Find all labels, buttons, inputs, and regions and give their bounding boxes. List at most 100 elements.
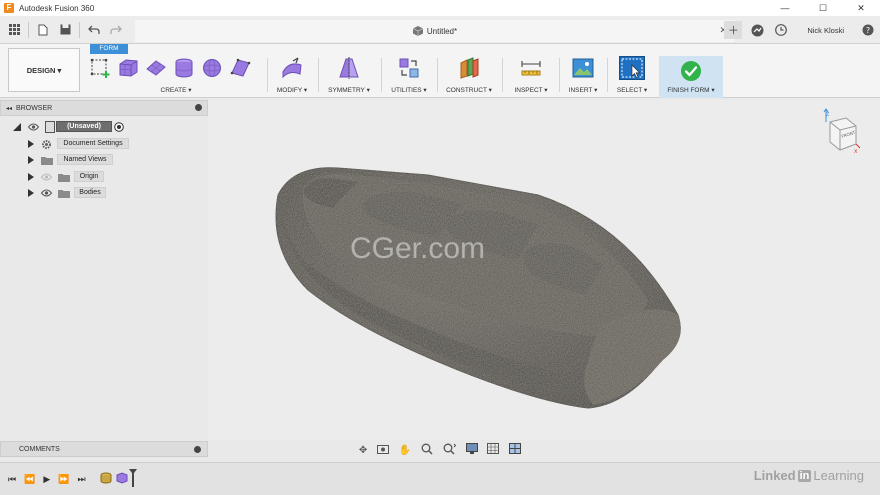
- measure-icon[interactable]: [520, 57, 542, 79]
- grid-settings-icon[interactable]: [487, 443, 500, 457]
- convert-utility-icon[interactable]: [398, 57, 420, 79]
- modify-group: MODIFY ▾: [270, 56, 314, 96]
- collapse-triangle-icon[interactable]: [13, 123, 21, 131]
- svg-text:X: X: [854, 149, 858, 154]
- browser-item-named-views[interactable]: Named Views: [0, 152, 208, 169]
- select-cursor-icon[interactable]: [619, 56, 645, 80]
- expand-triangle-icon[interactable]: [28, 156, 34, 164]
- form-cylinder-icon[interactable]: [173, 57, 195, 79]
- fusion-logo-icon: F: [4, 3, 14, 13]
- browser-item-origin[interactable]: Origin: [0, 169, 208, 186]
- expand-triangle-icon[interactable]: [28, 139, 34, 148]
- divider: [318, 58, 319, 92]
- browser-header[interactable]: ◂◂ BROWSER: [0, 100, 208, 116]
- timeline-feature-mesh-icon[interactable]: [100, 472, 112, 486]
- mirror-symmetry-icon[interactable]: [338, 57, 360, 79]
- browser-item-label: Origin: [74, 170, 104, 182]
- finish-form-button[interactable]: FINISH FORM ▾: [659, 86, 723, 94]
- file-menu-icon[interactable]: [35, 22, 51, 38]
- maximize-button[interactable]: ☐: [804, 0, 842, 16]
- browser-collapse-icon[interactable]: ◂◂: [6, 105, 12, 112]
- close-button[interactable]: ✕: [842, 0, 880, 16]
- job-status-icon[interactable]: [748, 21, 766, 39]
- form-torus-icon[interactable]: [229, 57, 251, 79]
- edit-form-icon[interactable]: [281, 57, 303, 79]
- browser-item-label: Named Views: [57, 154, 113, 165]
- browser-item-document-settings[interactable]: Document Settings: [0, 136, 208, 153]
- divider: [559, 58, 560, 92]
- visibility-eye-icon[interactable]: [41, 189, 52, 197]
- orbit-icon[interactable]: ✥: [359, 445, 367, 456]
- expand-triangle-icon[interactable]: [28, 189, 34, 197]
- save-icon[interactable]: [57, 22, 73, 38]
- insert-image-icon[interactable]: [572, 57, 594, 79]
- user-name[interactable]: Nick Kloski: [807, 26, 844, 35]
- timeline-feature-form-icon[interactable]: [116, 472, 128, 486]
- inspect-menu[interactable]: INSPECT ▾: [506, 86, 556, 94]
- document-cube-icon: [412, 26, 423, 36]
- browser-item-label: Bodies: [74, 187, 106, 198]
- step-back-icon[interactable]: ⏪: [24, 474, 35, 485]
- insert-menu[interactable]: INSERT ▾: [562, 86, 604, 94]
- svg-text:Z: Z: [826, 112, 830, 118]
- fit-zoom-icon[interactable]: [443, 443, 456, 458]
- canvas-viewport[interactable]: CGer.com Z X FRONT: [208, 100, 880, 440]
- utilities-group: UTILITIES ▾: [384, 56, 434, 96]
- look-at-icon[interactable]: [377, 443, 390, 457]
- separator: [79, 21, 80, 38]
- zoom-window-icon[interactable]: [421, 443, 433, 458]
- brand-text-a: Linked: [753, 468, 796, 483]
- timeline-marker-icon[interactable]: [128, 469, 137, 489]
- form-box-icon[interactable]: [117, 57, 139, 79]
- undo-icon[interactable]: [86, 22, 102, 38]
- browser-root-row[interactable]: (Unsaved): [0, 119, 208, 136]
- pin-icon[interactable]: [194, 446, 201, 453]
- tab-form[interactable]: FORM: [90, 44, 128, 54]
- viewports-icon[interactable]: [509, 443, 522, 457]
- clock-icon[interactable]: [772, 21, 790, 39]
- expand-triangle-icon[interactable]: [28, 172, 34, 181]
- form-plane-icon[interactable]: [145, 57, 167, 79]
- construct-group: CONSTRUCT ▾: [440, 56, 498, 96]
- scanned-key-fob-model[interactable]: CGer.com: [208, 100, 880, 440]
- create-box-sketch-icon[interactable]: [89, 57, 111, 79]
- divider: [607, 58, 608, 92]
- document-tab[interactable]: Untitled* ✕: [135, 20, 735, 42]
- form-sphere-icon[interactable]: [201, 57, 223, 79]
- go-to-end-icon[interactable]: ⏭: [77, 474, 85, 485]
- select-menu[interactable]: SELECT ▾: [610, 86, 654, 94]
- new-tab-icon[interactable]: ＋: [724, 21, 743, 39]
- divider: [381, 58, 382, 92]
- activate-radio-icon[interactable]: [114, 122, 124, 132]
- create-menu[interactable]: CREATE ▾: [86, 86, 266, 94]
- display-settings-icon[interactable]: [465, 443, 478, 457]
- construct-plane-icon[interactable]: [458, 57, 480, 79]
- step-forward-icon[interactable]: ⏩: [58, 474, 69, 485]
- divider: [267, 58, 268, 92]
- divider: [502, 58, 503, 92]
- redo-icon[interactable]: [108, 22, 124, 38]
- modify-menu[interactable]: MODIFY ▾: [270, 86, 314, 94]
- finish-form-group[interactable]: FINISH FORM ▾: [659, 56, 723, 98]
- symmetry-menu[interactable]: SYMMETRY ▾: [322, 86, 376, 94]
- select-group: SELECT ▾: [610, 56, 654, 96]
- help-icon[interactable]: ?: [859, 21, 877, 39]
- pan-hand-icon[interactable]: ✋: [399, 445, 411, 456]
- workspace-switcher[interactable]: DESIGN ▾: [8, 48, 80, 92]
- pin-icon[interactable]: [195, 104, 202, 111]
- hidden-eye-icon[interactable]: [41, 173, 52, 181]
- construct-menu[interactable]: CONSTRUCT ▾: [440, 86, 498, 94]
- comments-title: COMMENTS: [19, 445, 60, 453]
- minimize-button[interactable]: —: [766, 0, 804, 16]
- comments-panel[interactable]: COMMENTS: [0, 441, 208, 457]
- navigation-bar: ✥ ✋: [354, 441, 526, 459]
- browser-item-bodies[interactable]: Bodies: [0, 185, 208, 202]
- go-to-start-icon[interactable]: ⏮: [8, 474, 16, 485]
- play-icon[interactable]: ▶: [43, 474, 50, 485]
- account-area: ＋ Nick Kloski ?: [721, 16, 880, 44]
- visibility-eye-icon[interactable]: [28, 123, 39, 131]
- grid-menu-icon[interactable]: [6, 22, 22, 38]
- linkedin-learning-watermark: Linked in Learning: [754, 468, 864, 483]
- utilities-menu[interactable]: UTILITIES ▾: [384, 86, 434, 94]
- viewcube[interactable]: Z X FRONT: [820, 108, 861, 155]
